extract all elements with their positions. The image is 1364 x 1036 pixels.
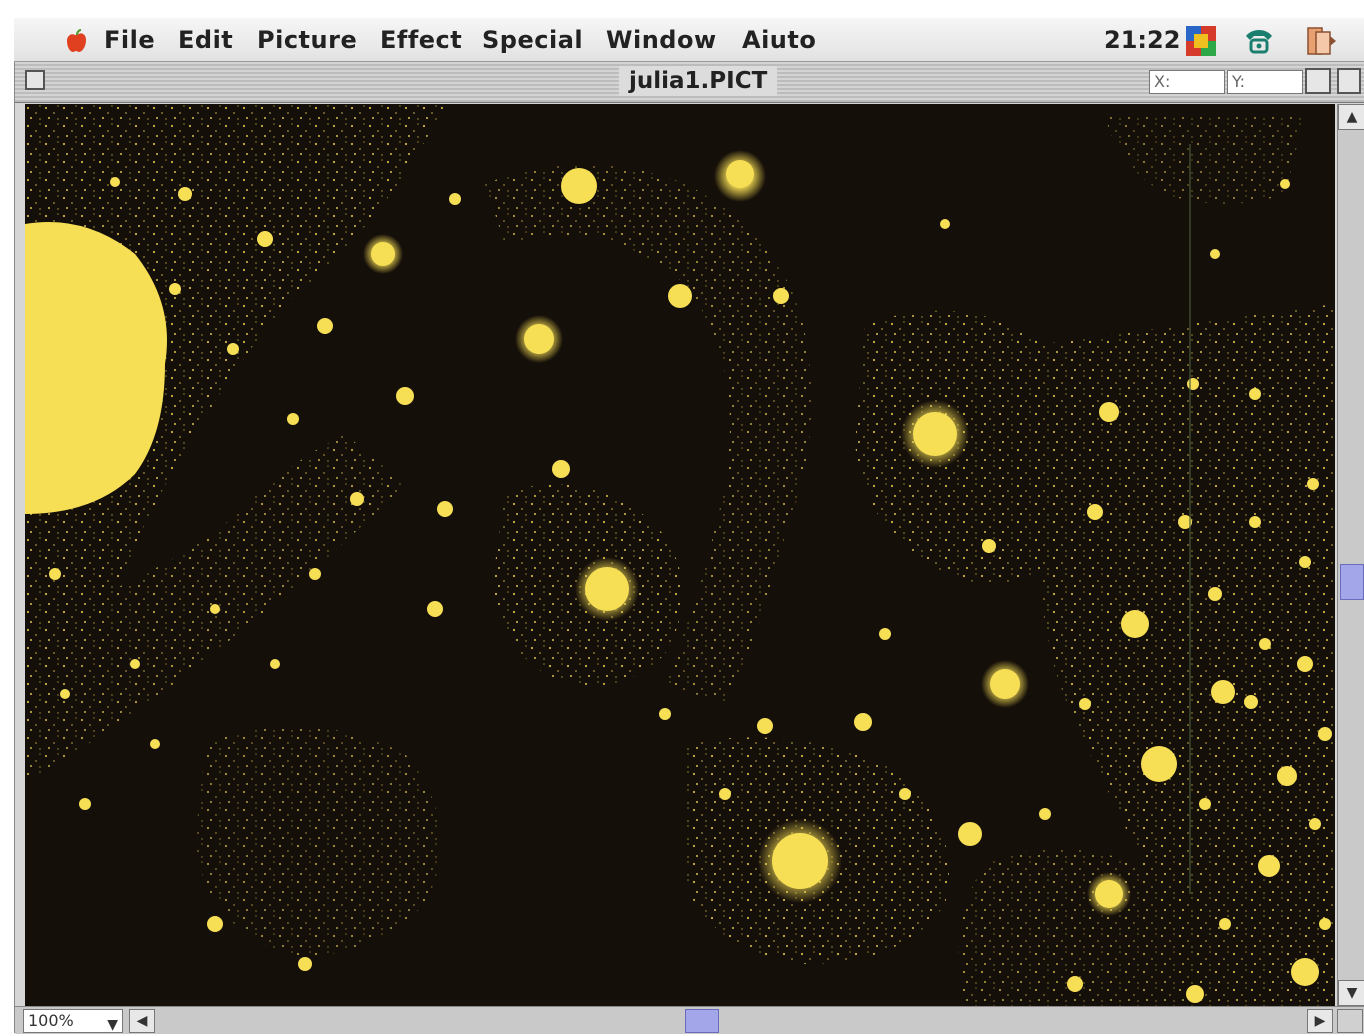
menu-picture[interactable]: Picture [257, 26, 357, 54]
zoom-level-popup[interactable]: 100% ▼ [23, 1009, 123, 1033]
window-title: julia1.PICT [629, 68, 768, 94]
resize-grip-icon[interactable] [1337, 1009, 1363, 1033]
phone-icon[interactable] [1242, 24, 1276, 58]
julia-fractal-render [25, 104, 1335, 1006]
menu-file[interactable]: File [104, 26, 155, 54]
x-coordinate-field[interactable]: X: [1149, 70, 1225, 94]
apple-logo-icon[interactable] [64, 28, 90, 54]
scroll-up-arrow-icon[interactable]: ▲ [1338, 104, 1364, 130]
fractal-image[interactable] [25, 104, 1335, 1006]
y-coordinate-label: Y: [1232, 72, 1246, 91]
application-switcher-icon[interactable] [1304, 24, 1338, 58]
menu-bar: File Edit Picture Effect Special Window … [14, 18, 1364, 62]
collapse-box[interactable] [1337, 68, 1361, 94]
menu-effect[interactable]: Effect [380, 26, 462, 54]
scroll-right-arrow-icon[interactable]: ▶ [1307, 1009, 1333, 1033]
color-picker-icon[interactable] [1184, 24, 1218, 58]
x-coordinate-label: X: [1154, 72, 1171, 91]
zoom-box[interactable] [1305, 68, 1331, 94]
window-title-bar[interactable]: julia1.PICT X: Y: [15, 62, 1364, 103]
y-coordinate-field[interactable]: Y: [1227, 70, 1303, 94]
vertical-scroll-thumb[interactable] [1340, 564, 1364, 600]
zoom-level-value: 100% [28, 1011, 74, 1030]
scroll-left-arrow-icon[interactable]: ◀ [129, 1009, 155, 1033]
scroll-down-arrow-icon[interactable]: ▼ [1338, 980, 1364, 1006]
menu-clock[interactable]: 21:22 [1104, 26, 1180, 54]
close-box[interactable] [25, 70, 45, 90]
window-title-wrap: julia1.PICT [619, 66, 778, 96]
menu-window[interactable]: Window [606, 26, 717, 54]
vertical-scrollbar[interactable]: ▲ ▼ [1337, 104, 1364, 1006]
bottom-bar: 100% ▼ ◀ ▶ [15, 1006, 1364, 1034]
menu-aiuto[interactable]: Aiuto [742, 26, 816, 54]
menu-edit[interactable]: Edit [178, 26, 233, 54]
document-window: julia1.PICT X: Y: ▲ ▼ 100% ▼ ◀ ▶ [14, 62, 1364, 1034]
menu-special[interactable]: Special [482, 26, 583, 54]
horizontal-scroll-thumb[interactable] [685, 1009, 719, 1033]
